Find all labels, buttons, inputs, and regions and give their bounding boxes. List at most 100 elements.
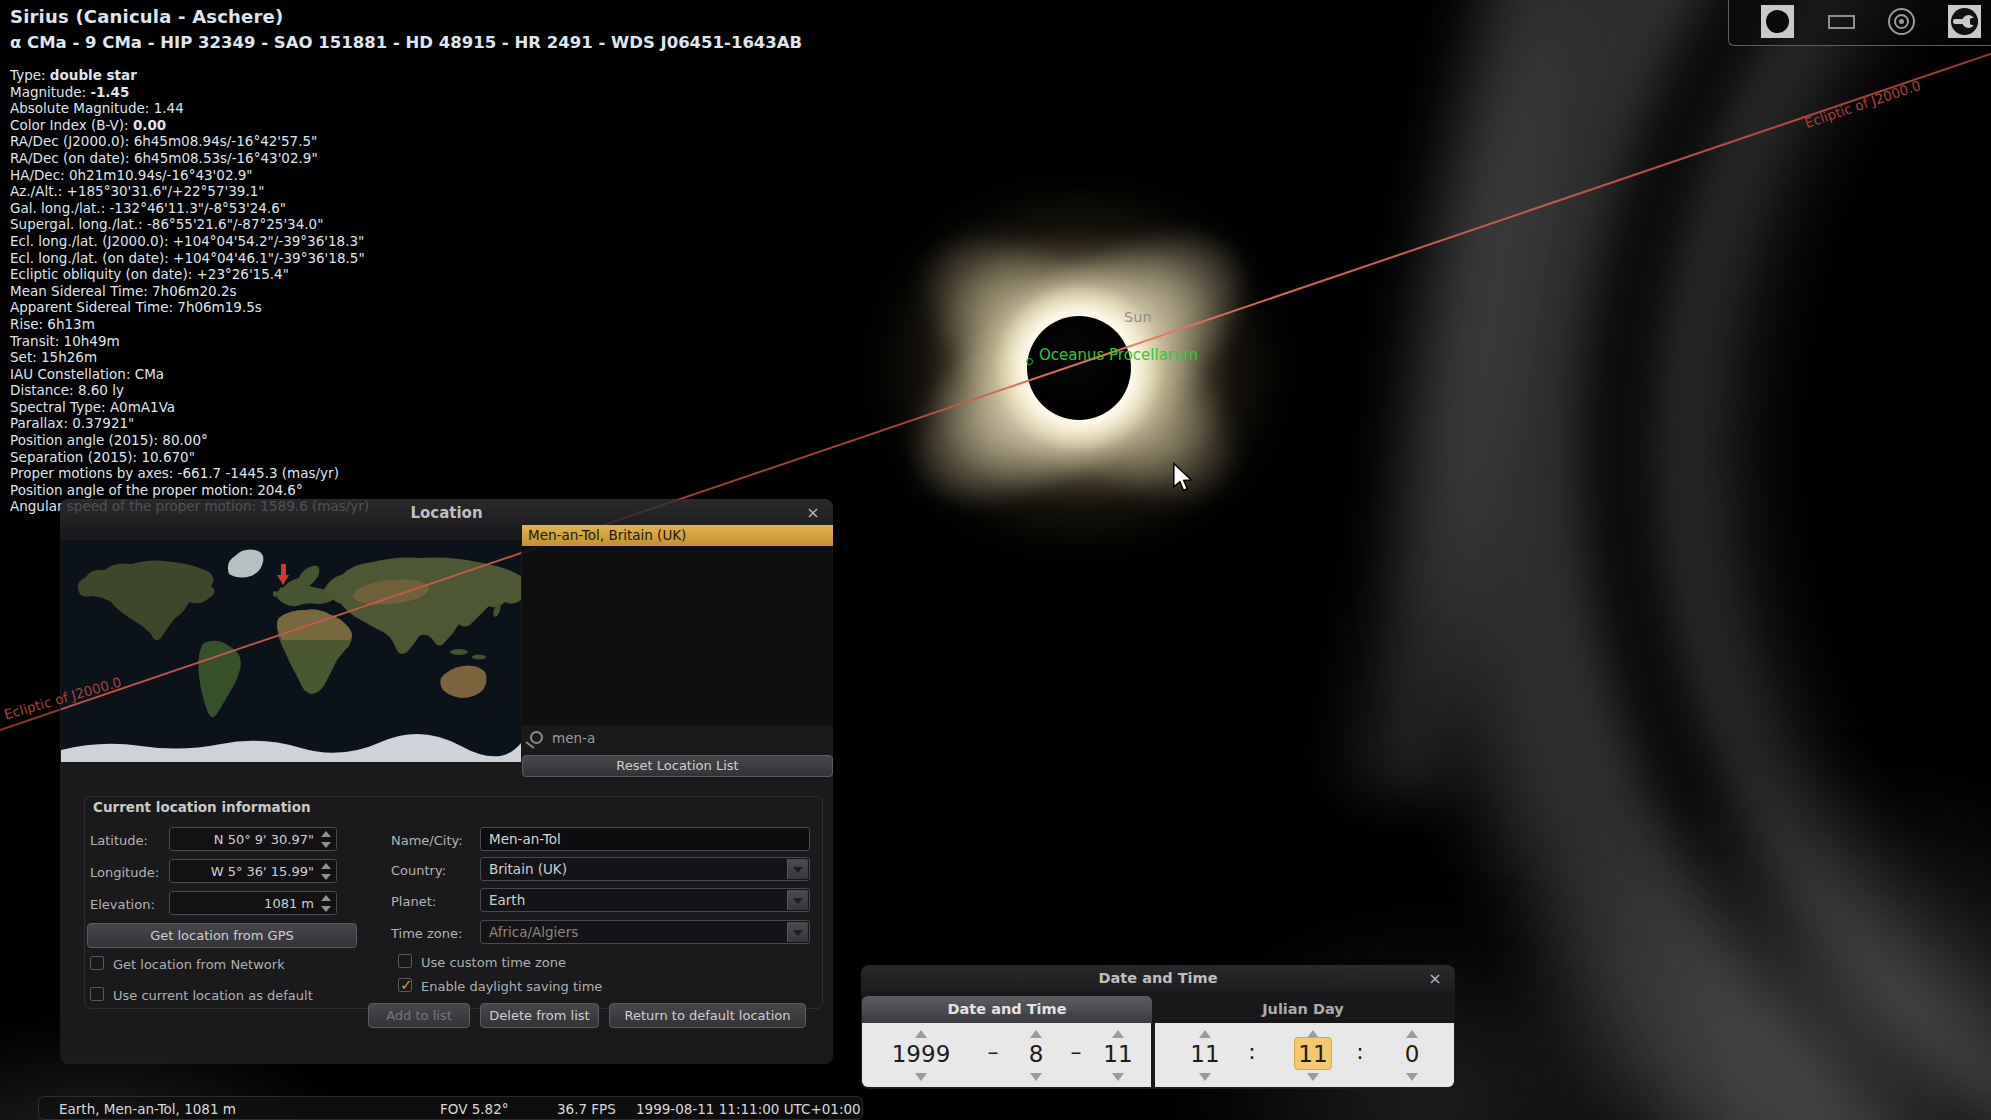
object-info-line: Position angle (2015): 80.00° [10,432,802,449]
object-info-line: Ecl. long./lat. (on date): +104°04'46.1"… [10,250,802,267]
planet-dropdown[interactable]: Earth [480,888,810,912]
object-designations: α CMa - 9 CMa - HIP 32349 - SAO 151881 -… [10,33,802,52]
second-value[interactable]: 0 [1405,1041,1420,1067]
object-info-line: RA/Dec (J2000.0): 6h45m08.94s/-16°42'57.… [10,133,802,150]
date-spinners-panel: 1999 – 8 – 11 [862,1023,1151,1087]
datetime-dialog-titlebar[interactable]: Date and Time × [861,965,1455,991]
latitude-label: Latitude: [90,833,148,848]
planet-label: Planet: [391,894,436,909]
target-icon[interactable] [1888,8,1915,35]
object-info-line: IAU Constellation: CMa [10,366,802,383]
object-info-line: Absolute Magnitude: 1.44 [10,100,802,117]
tab-date-and-time[interactable]: Date and Time [862,996,1152,1023]
year-up-arrow[interactable] [915,1030,927,1038]
network-checkbox[interactable] [90,956,104,970]
object-info-line: Magnitude: -1.45 [10,84,802,101]
background-blur-blob-bottom-right [1500,780,1991,1120]
custom-timezone-checkbox-label[interactable]: Use custom time zone [421,955,566,970]
background-blur-arc-1 [1430,0,1991,1120]
object-info-line: Parallax: 0.37921" [10,415,802,432]
add-to-list-button[interactable]: Add to list [368,1003,470,1028]
location-search[interactable]: men-a [522,725,833,753]
dst-checkbox-label[interactable]: Enable daylight saving time [421,979,602,994]
background-blur-band-1 [1322,0,1608,806]
day-value[interactable]: 11 [1103,1041,1132,1067]
moon-feature-marker [1026,358,1033,365]
longitude-label: Longitude: [90,865,159,880]
time-separator: : [1248,1039,1255,1064]
status-location: Earth, Men-an-Tol, 1081 m [59,1101,236,1117]
wrench-icon [1951,8,1978,35]
default-location-checkbox-label[interactable]: Use current location as default [113,988,313,1003]
top-toolbar [1728,0,1991,46]
name-city-input[interactable]: Men-an-Tol [480,827,810,851]
longitude-spinbox[interactable]: W 5° 36' 15.99" [169,859,337,883]
chevron-down-icon[interactable] [787,922,808,942]
minute-down-arrow[interactable] [1307,1073,1319,1081]
chevron-down-icon[interactable] [787,859,808,879]
dst-checkbox[interactable] [398,978,412,992]
hour-value[interactable]: 11 [1190,1041,1219,1067]
close-icon[interactable]: × [1425,969,1445,989]
hour-up-arrow[interactable] [1199,1030,1211,1038]
minute-value[interactable]: 11 [1298,1041,1327,1067]
selected-location-row[interactable]: Men-an-Tol, Britain (UK) [522,525,833,546]
hour-down-arrow[interactable] [1199,1073,1211,1081]
year-down-arrow[interactable] [915,1073,927,1081]
status-fov: FOV 5.82° [440,1101,509,1117]
filled-circle-icon [1766,10,1789,33]
month-down-arrow[interactable] [1030,1073,1042,1081]
object-info-line: Color Index (B-V): 0.00 [10,117,802,134]
location-list[interactable]: Men-an-Tol, Britain (UK) [522,525,833,725]
eclipse-view-button[interactable] [1761,5,1794,38]
current-location-group: Current location information Latitude: N… [84,796,823,1009]
moon-feature-label[interactable]: Oceanus Procellarum [1039,346,1198,364]
month-value[interactable]: 8 [1029,1041,1044,1067]
object-info-line: RA/Dec (on date): 6h45m08.53s/-16°43'02.… [10,150,802,167]
elevation-label: Elevation: [90,897,155,912]
year-value[interactable]: 1999 [892,1041,951,1067]
delete-from-list-button[interactable]: Delete from list [480,1003,599,1028]
object-info-panel: Sirius (Canicula - Aschere) α CMa - 9 CM… [10,6,802,515]
ecliptic-label-right: Ecliptic of J2000.0 [1803,77,1923,131]
day-up-arrow[interactable] [1112,1030,1124,1038]
object-info-line: Separation (2015): 10.670" [10,449,802,466]
default-location-checkbox[interactable] [90,987,104,1001]
background-blur-arc-dark [1580,0,1991,1120]
object-info-line: Apparent Sidereal Time: 7h06m19.5s [10,299,802,316]
day-down-arrow[interactable] [1112,1073,1124,1081]
timezone-dropdown[interactable]: Africa/Algiers [480,920,810,944]
object-info-line: Set: 15h26m [10,349,802,366]
object-info-line: Proper motions by axes: -661.7 -1445.3 (… [10,465,802,482]
gps-button[interactable]: Get location from GPS [87,923,357,948]
object-info-line: Supergal. long./lat.: -86°55'21.6"/-87°2… [10,216,802,233]
status-fps: 36.7 FPS [557,1101,616,1117]
moon-disk[interactable] [1027,316,1131,420]
reset-location-list-button[interactable]: Reset Location List [522,755,833,777]
location-dialog-title: Location [410,504,482,522]
country-dropdown[interactable]: Britain (UK) [480,857,810,881]
time-spinners-panel: 11 : 11 : 0 [1155,1023,1454,1087]
second-up-arrow[interactable] [1406,1030,1418,1038]
settings-button[interactable] [1948,5,1981,38]
chevron-down-icon[interactable] [787,890,808,910]
elevation-spinbox[interactable]: 1081 m [169,891,337,915]
month-up-arrow[interactable] [1030,1030,1042,1038]
elevation-spin-arrows[interactable] [319,894,333,912]
close-icon[interactable]: × [803,503,823,523]
return-default-button[interactable]: Return to default location [609,1003,806,1028]
latitude-spinbox[interactable]: N 50° 9' 30.97" [169,827,337,851]
tab-julian-day[interactable]: Julian Day [1152,996,1454,1023]
window-icon[interactable] [1828,15,1855,29]
latitude-spin-arrows[interactable] [319,830,333,848]
second-down-arrow[interactable] [1406,1073,1418,1081]
object-info-line: HA/Dec: 0h21m10.94s/-16°43'02.9" [10,167,802,184]
longitude-spin-arrows[interactable] [319,862,333,880]
location-dialog-titlebar[interactable]: Location × [60,499,833,527]
network-checkbox-label[interactable]: Get location from Network [113,957,285,972]
sun-label[interactable]: Sun [1124,309,1152,325]
object-info-line: Ecliptic obliquity (on date): +23°26'15.… [10,266,802,283]
object-info-line: Position angle of the proper motion: 204… [10,482,802,499]
search-input[interactable]: men-a [552,730,595,746]
custom-timezone-checkbox[interactable] [398,954,412,968]
